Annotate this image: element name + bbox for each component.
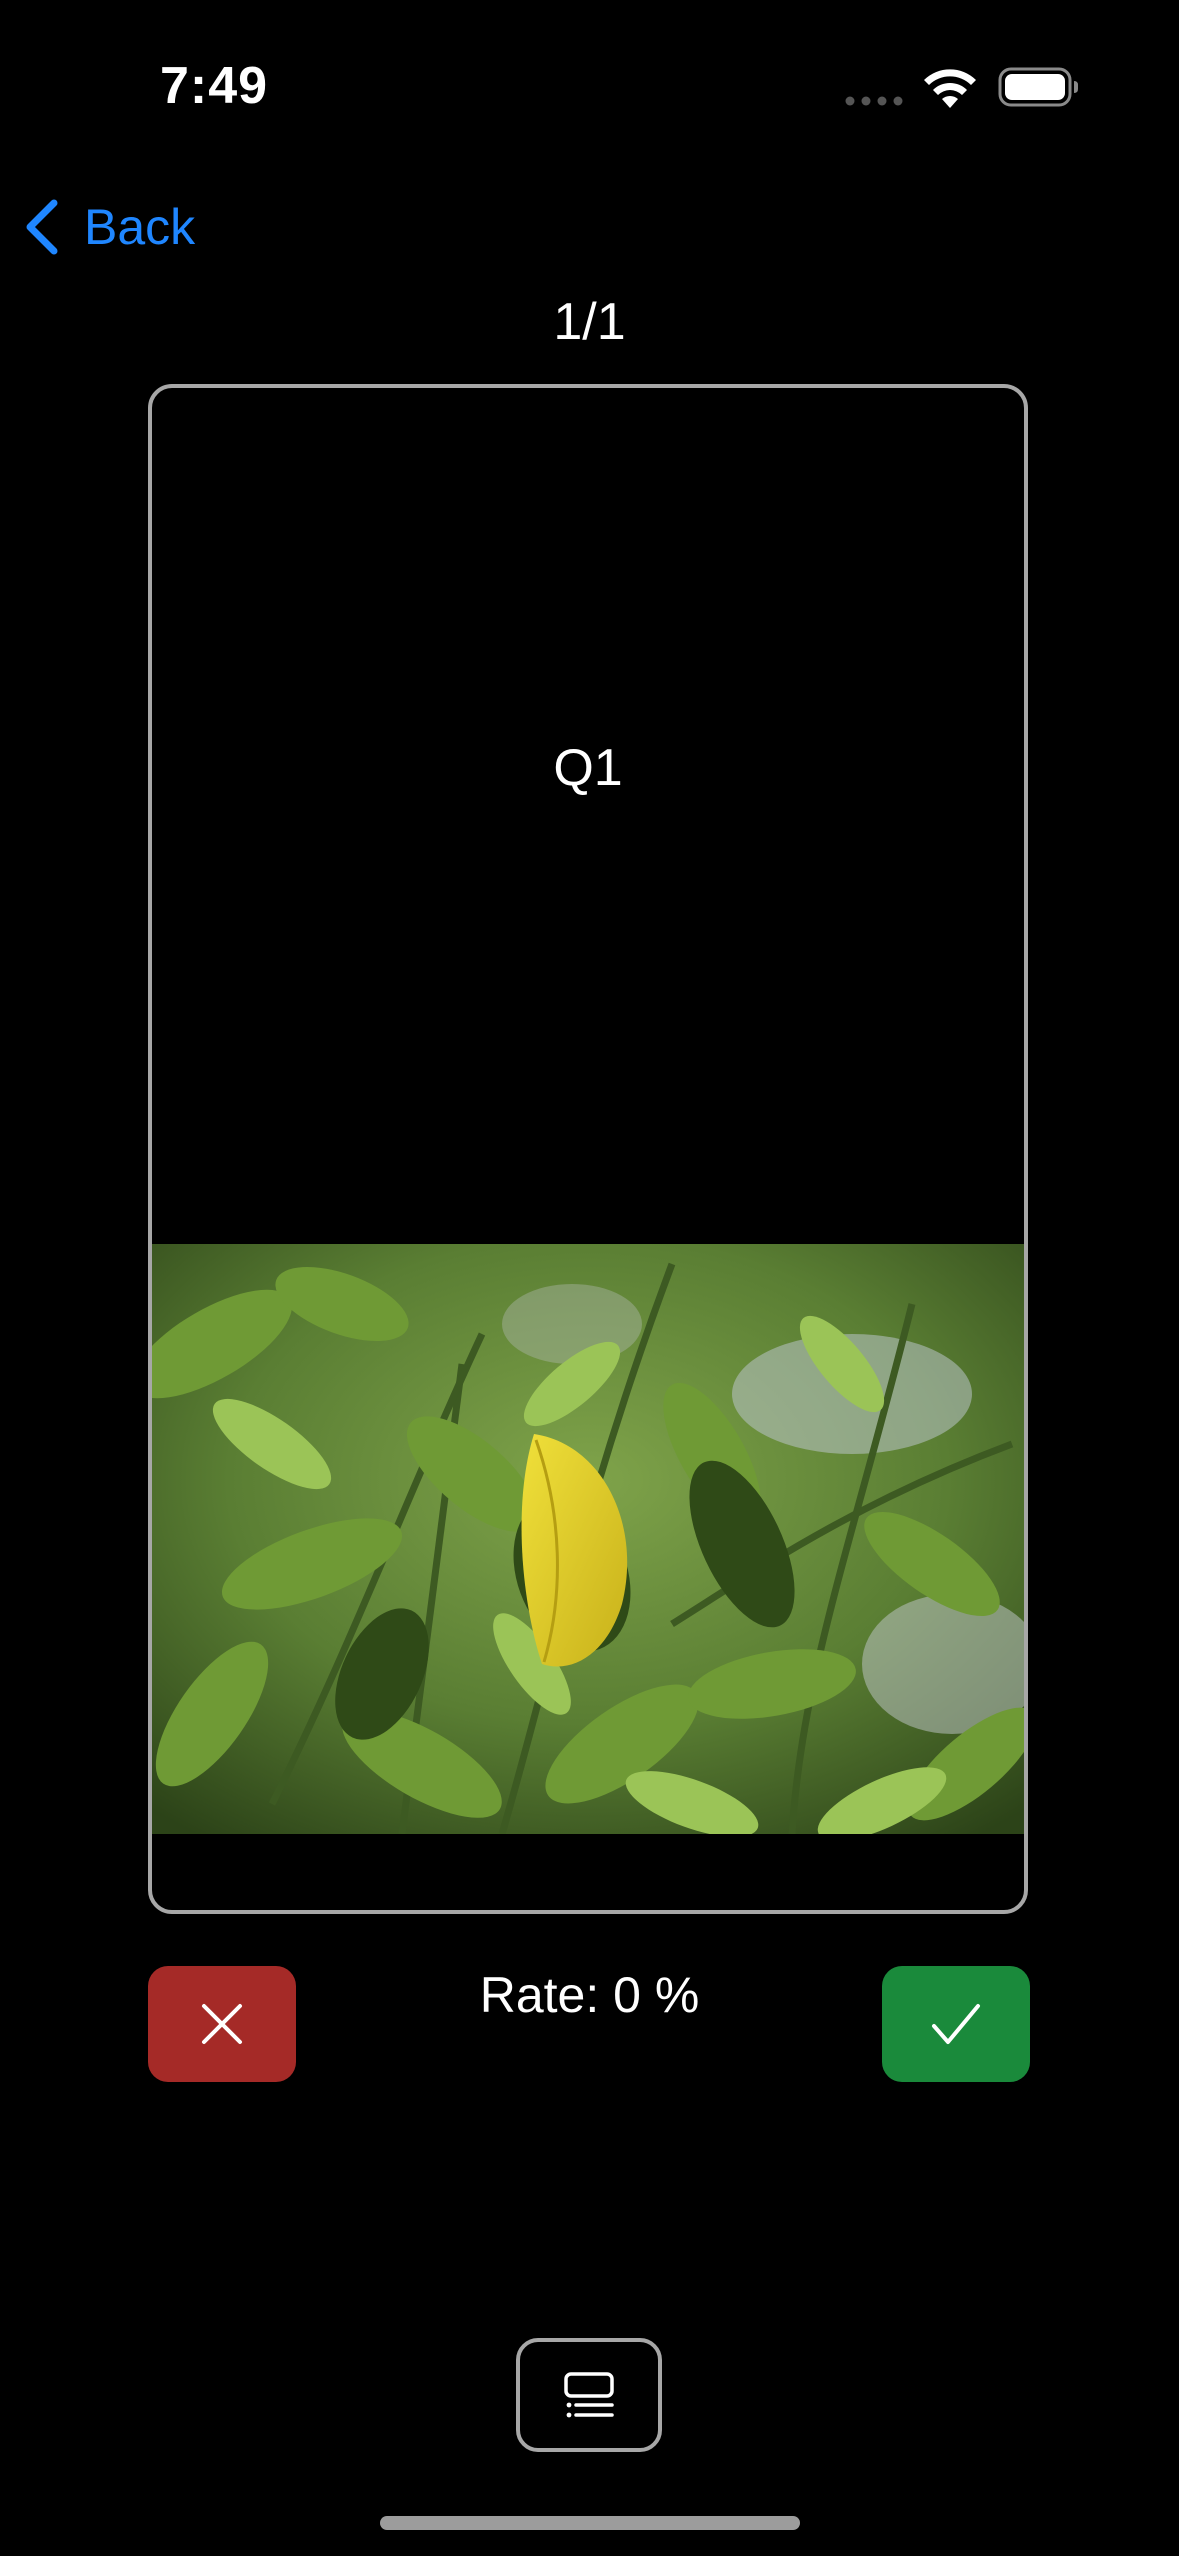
signal-dots-icon — [845, 96, 903, 106]
battery-icon — [998, 67, 1078, 107]
checkmark-icon — [932, 2004, 980, 2044]
page-counter: 1/1 — [553, 293, 626, 351]
back-label: Back — [84, 199, 196, 255]
leaf-photo — [152, 1244, 1024, 1834]
list-button[interactable] — [516, 2338, 662, 2452]
status-time: 7:49 — [160, 57, 269, 115]
question-text: Q1 — [553, 739, 623, 797]
home-indicator — [380, 2516, 800, 2530]
question-card[interactable]: Q1 — [148, 384, 1028, 1914]
wifi-icon — [924, 69, 976, 108]
list-icon — [564, 2372, 614, 2418]
right-button[interactable] — [882, 1966, 1030, 2082]
back-button[interactable]: Back — [22, 192, 195, 262]
chevron-left-icon — [26, 199, 58, 255]
status-bar: 7:49 — [0, 0, 1179, 150]
